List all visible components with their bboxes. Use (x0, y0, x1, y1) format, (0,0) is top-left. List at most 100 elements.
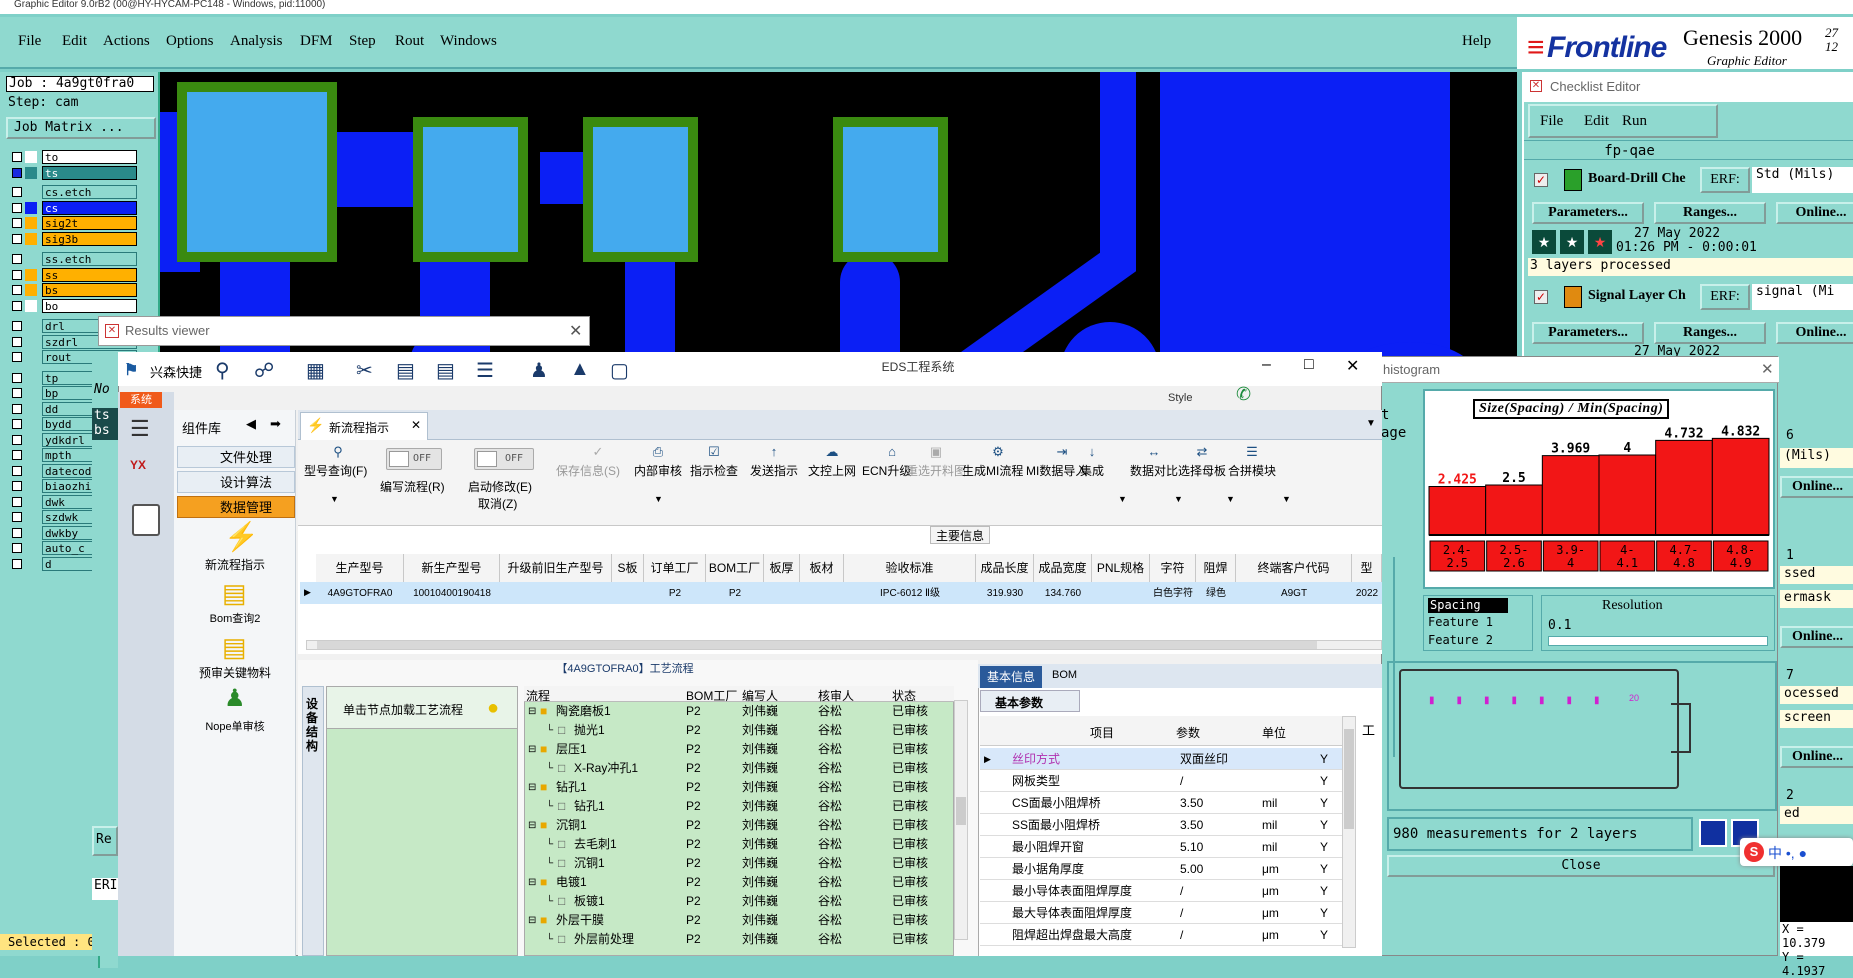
layer-checkbox[interactable] (12, 233, 22, 244)
param-row[interactable]: CS面最小阻焊桥 3.50 mil Y (980, 792, 1342, 814)
layer-checkbox[interactable] (12, 558, 22, 569)
flow-row[interactable]: ⊟ ■ 陶瓷磨板1 P2 刘伟巍 谷松 已审核 (524, 702, 932, 721)
checklist-menu-run[interactable]: Run (1622, 113, 1647, 130)
flow-row[interactable]: └ □ 去毛刺1 P2 刘伟巍 谷松 已审核 (524, 835, 932, 854)
vertical-scrollbar[interactable] (1342, 716, 1356, 948)
feature-list[interactable]: Spacing Feature 1 Feature 2 (1423, 595, 1533, 651)
window-icon[interactable]: ▢ (610, 358, 629, 383)
col-header[interactable]: 订单工厂 (644, 554, 706, 582)
layer-checkbox[interactable] (12, 419, 22, 429)
menu-options[interactable]: Options (166, 33, 214, 50)
layer-name[interactable]: ss (42, 267, 137, 282)
online-button[interactable]: Online... (1776, 322, 1853, 344)
close-icon[interactable]: ✕ (105, 324, 119, 338)
grid-icon[interactable]: ▦ (306, 358, 325, 383)
param-cell[interactable]: / (1180, 770, 1183, 792)
layer-name[interactable]: sig3b (42, 231, 137, 246)
menu-dfm[interactable]: DFM (300, 33, 333, 50)
layer-checkbox[interactable] (12, 218, 22, 228)
menu-help[interactable]: Help (1462, 33, 1491, 50)
tab-basic-params[interactable]: 基本参数 (980, 690, 1080, 712)
flow-row[interactable]: ⊟ ■ 沉铜1 P2 刘伟巍 谷松 已审核 (524, 816, 932, 835)
tool-nope-review[interactable]: Nope单审核 (200, 718, 270, 734)
run-all-icon[interactable]: ★ (1560, 230, 1584, 254)
list-item[interactable]: Feature 2 (1428, 633, 1493, 647)
layer-checkbox[interactable] (12, 496, 22, 507)
layer-checkbox[interactable] (12, 512, 22, 522)
erf-value[interactable]: signal (Mi (1752, 284, 1853, 310)
menu-file[interactable]: File (18, 33, 41, 50)
hamburger-icon[interactable]: ☰ (130, 416, 150, 442)
layer-checkbox[interactable] (12, 372, 22, 383)
folder-icon[interactable]: ▤ (222, 578, 247, 609)
paste-icon[interactable]: ▤ (436, 358, 455, 383)
flow-row[interactable]: └ □ 板镀1 P2 刘伟巍 谷松 已审核 (524, 892, 932, 911)
param-cell[interactable]: 5.10 (1180, 836, 1203, 858)
job-matrix-button[interactable]: Job Matrix ... (6, 117, 156, 139)
flow-row[interactable]: └ □ 外层前处理 P2 刘伟巍 谷松 已审核 (524, 930, 932, 949)
toolbar-button[interactable]: 选择母板 (1178, 462, 1226, 479)
menu-rout[interactable]: Rout (395, 33, 424, 50)
col-header[interactable]: 生产型号 (316, 554, 404, 582)
ranges-button[interactable]: Ranges... (1654, 202, 1766, 224)
tool-pre-review[interactable]: 预审关键物料 (194, 664, 276, 681)
flow-row[interactable]: └ □ 抛光1 P2 刘伟巍 谷松 已审核 (524, 721, 932, 740)
nav-design-algorithm[interactable]: 设计算法 (177, 471, 295, 493)
run-icon[interactable]: ★ (1532, 230, 1556, 254)
layer-name[interactable]: ts (42, 165, 137, 180)
start-modify-toggle[interactable]: OFF (474, 448, 534, 470)
col-header[interactable]: 成品宽度 (1034, 554, 1092, 582)
col-header[interactable]: BOM工厂 (706, 554, 764, 582)
toolbar-button[interactable]: ECN升级 (862, 462, 911, 479)
toolbar-button[interactable]: 数据对比 (1130, 462, 1178, 479)
chevron-down-icon[interactable]: ▼ (330, 494, 339, 504)
layer-name[interactable]: sig2t (42, 216, 137, 230)
layer-checkbox[interactable] (12, 481, 22, 491)
check-item-board-drill[interactable]: ✓ Board-Drill Che ERF: Std (Mils) (1528, 165, 1853, 197)
chevron-down-icon[interactable]: ▼ (1226, 494, 1235, 504)
layer-checkbox[interactable] (12, 285, 22, 295)
layer-checkbox[interactable] (12, 152, 22, 162)
pin-icon[interactable]: ➡ (270, 416, 281, 432)
folder-icon[interactable]: ▤ (222, 632, 247, 663)
layer-checkbox[interactable] (12, 300, 22, 311)
flow-indicator-icon[interactable]: ⚡ (224, 520, 259, 553)
param-row[interactable]: 最小导体表面阻焊厚度 / μm Y (980, 880, 1342, 902)
side-tab-device[interactable]: 设备结构 (302, 686, 324, 956)
menu-step[interactable]: Step (349, 33, 376, 50)
list-icon[interactable]: ☰ (476, 358, 494, 383)
layer-checkbox[interactable] (12, 269, 22, 280)
param-row[interactable]: 最小阻焊开窗 5.10 mil Y (980, 836, 1342, 858)
toolbar-button[interactable]: 集成 (1080, 462, 1104, 479)
toolbar-button[interactable]: 重选开料图 (906, 462, 966, 479)
tab-close-icon[interactable]: ✕ (411, 418, 421, 432)
system-tab[interactable]: 系统 (120, 392, 162, 408)
param-row[interactable]: 网板类型 / Y (980, 770, 1342, 792)
col-header[interactable]: 阻焊 (1196, 554, 1236, 582)
toolbar-button[interactable]: 指示检查 (690, 462, 738, 479)
table-cell[interactable] (1092, 584, 1150, 604)
scissors-icon[interactable]: ✂ (356, 358, 373, 383)
layer-checkbox[interactable] (12, 434, 22, 445)
user-icon[interactable]: ♟ (530, 358, 548, 383)
layer-checkbox[interactable] (12, 336, 22, 347)
flow-row[interactable]: ⊟ ■ 电镀1 P2 刘伟巍 谷松 已审核 (524, 873, 932, 892)
edit-flow-toggle[interactable]: OFF (386, 448, 442, 470)
param-cell[interactable]: / (1180, 880, 1183, 902)
layer-name[interactable]: cs.etch (42, 185, 137, 199)
menu-windows[interactable]: Windows (440, 33, 497, 50)
table-cell[interactable]: 134.760 (1034, 584, 1092, 604)
param-row[interactable]: ▶ 丝印方式 双面丝印 Y (980, 748, 1342, 770)
model-query-button[interactable]: 型号查询(F) (304, 462, 367, 479)
checklist-menu-edit[interactable]: Edit (1584, 113, 1609, 130)
menu-actions[interactable]: Actions (103, 33, 150, 50)
table-cell[interactable]: 10010400190418 (404, 584, 500, 604)
globe-icon[interactable]: ☍ (254, 358, 274, 383)
table-cell[interactable]: 白色字符 (1150, 584, 1196, 604)
layer-checkbox[interactable] (12, 254, 22, 264)
tree-expander-icon[interactable]: ⊟ (528, 740, 536, 759)
tool-bom-query[interactable]: Bom查询2 (200, 610, 270, 626)
table-cell[interactable] (764, 584, 800, 604)
ranges-button[interactable]: Ranges... (1654, 322, 1766, 344)
film-icon[interactable]: ▤ (396, 358, 415, 383)
